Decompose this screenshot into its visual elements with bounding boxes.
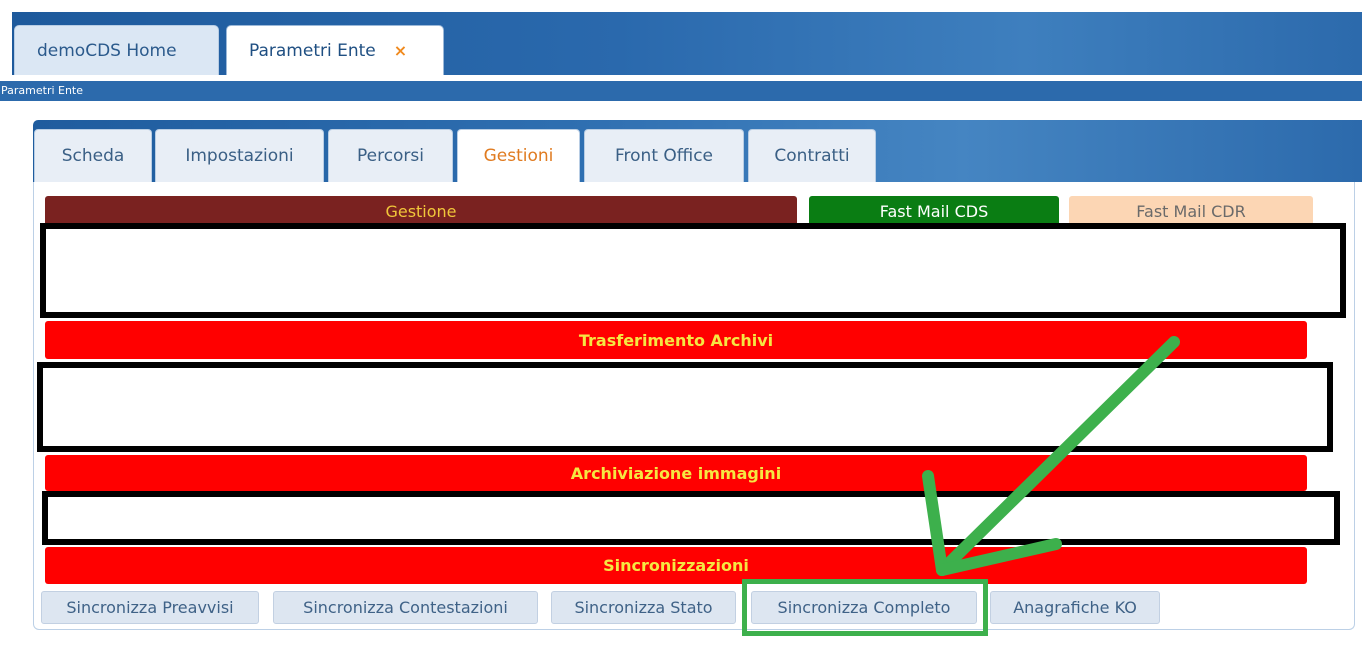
annotation-arrow-icon (922, 336, 1180, 576)
